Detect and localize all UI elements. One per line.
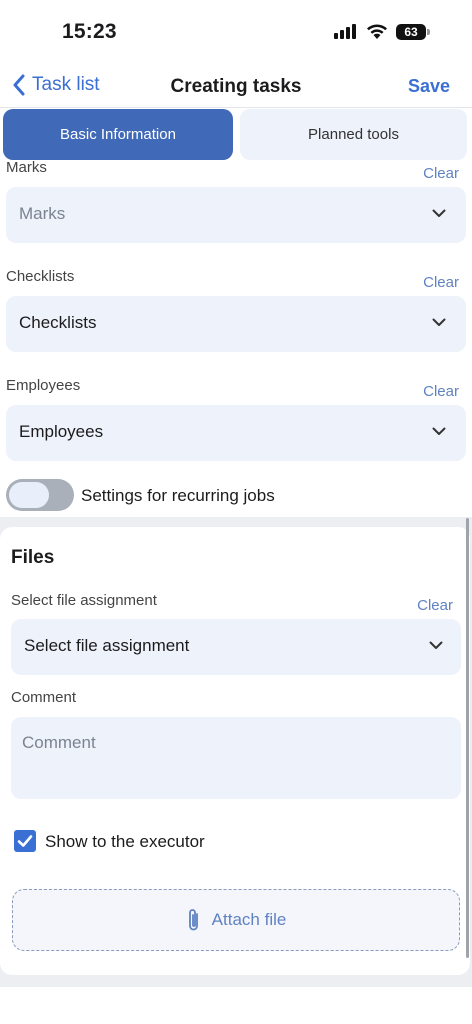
battery-icon: 63 [396,24,430,40]
status-bar: 15:23 63 [0,0,472,62]
navigation-bar: Creating tasks Task list Save [0,62,472,108]
checklists-label: Checklists [6,268,75,285]
save-button[interactable]: Save [408,76,450,97]
scrollbar[interactable] [466,518,469,958]
employees-label: Employees [6,377,81,394]
back-button-label: Task list [32,74,100,95]
marks-clear-button[interactable]: Clear [423,165,459,182]
employees-value: Employees [19,422,104,441]
show-to-executor-label: Show to the executor [45,832,205,851]
attach-file-button[interactable]: Attach file [12,889,460,951]
employees-clear-button[interactable]: Clear [423,383,459,400]
chevron-down-icon [432,318,446,326]
comment-placeholder: Comment [22,733,96,752]
attach-file-label: Attach file [211,910,287,929]
employees-select[interactable]: Employees [6,405,466,461]
status-time: 15:23 [62,20,117,43]
file-assignment-value: Select file assignment [24,636,190,655]
file-assignment-label: Select file assignment [11,592,157,609]
files-card: Files Select file assignment Clear Selec… [0,527,470,975]
comment-label: Comment [11,689,77,706]
recurring-jobs-label: Settings for recurring jobs [81,486,275,505]
recurring-jobs-toggle[interactable] [6,479,74,511]
marks-select[interactable]: Marks [6,187,466,243]
file-assignment-clear-button[interactable]: Clear [417,597,453,614]
back-button[interactable]: Task list [12,74,100,96]
checklists-value: Checklists [19,313,97,332]
file-assignment-select[interactable]: Select file assignment [11,619,461,675]
signal-icon [334,24,356,39]
chevron-down-icon [432,427,446,435]
tab-basic-information[interactable]: Basic Information [3,109,233,160]
checkmark-icon [17,835,33,847]
battery-level: 63 [396,24,426,40]
paperclip-icon [188,909,198,931]
chevron-down-icon [429,641,443,649]
tab-bar: Basic Information Planned tools [0,108,472,162]
wifi-icon [366,22,388,45]
back-chevron-icon [13,74,25,96]
checklists-select[interactable]: Checklists [6,296,466,352]
files-title: Files [11,547,55,568]
show-to-executor-checkbox[interactable] [14,830,36,852]
chevron-down-icon [432,209,446,217]
marks-label: Marks [6,159,47,176]
comment-field[interactable]: Comment [11,717,461,799]
toggle-knob [9,482,49,508]
marks-placeholder: Marks [19,204,66,223]
tab-planned-tools[interactable]: Planned tools [240,109,467,160]
checklists-clear-button[interactable]: Clear [423,274,459,291]
